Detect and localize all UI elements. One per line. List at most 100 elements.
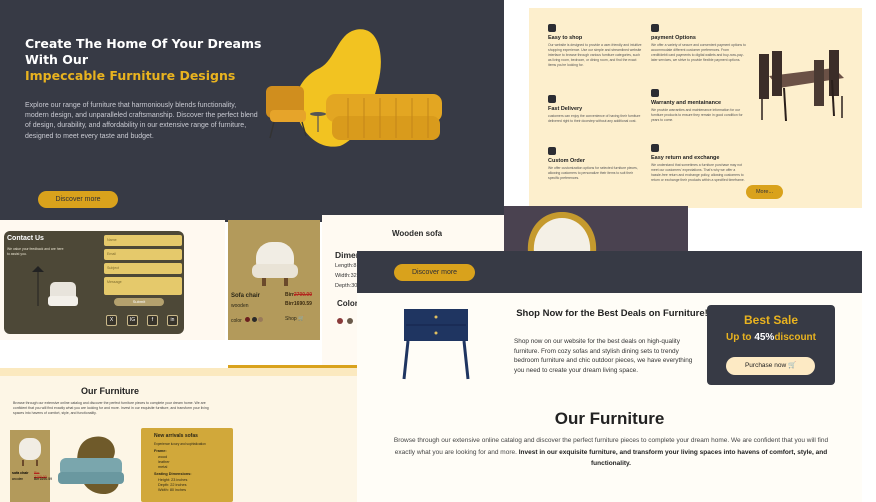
- sofa-illustration: [266, 29, 442, 147]
- card-type: wooden: [12, 477, 24, 481]
- submit-button[interactable]: Submit: [114, 298, 164, 306]
- contact-title: Contact Us: [7, 235, 44, 242]
- seating-item: Depth: 22 inches: [158, 483, 187, 487]
- product-card-small[interactable]: sofa chair wooden Birr 2700.00 Birr1690.…: [10, 430, 53, 502]
- product-new-price: Birr1690.59: [285, 301, 312, 307]
- product-old-price: Birr2700.00: [285, 292, 312, 298]
- feature-title: Custom Order: [548, 158, 585, 164]
- our-furniture-paragraph: Browse through our extensive online cata…: [392, 435, 830, 470]
- discount-text: Up to 45%discount: [707, 332, 835, 343]
- name-field[interactable]: Name: [104, 235, 182, 246]
- truck-icon: [548, 95, 556, 103]
- armchair-image: [266, 86, 307, 139]
- feature-warranty: Warranty and mentainance We provide warr…: [651, 89, 746, 123]
- x-icon[interactable]: X: [106, 315, 117, 326]
- hero-title: Create The Home Of Your Dreams With Our …: [25, 36, 285, 84]
- our-furniture-section: Our Furniture Browse through our extensi…: [0, 368, 357, 502]
- product-category: wooden: [231, 303, 249, 309]
- product-card[interactable]: Sofa chair wooden Birr2700.00 Birr1690.5…: [228, 220, 320, 340]
- cart-icon: [548, 24, 556, 32]
- features-section: Easy to shop Our website is designed to …: [529, 8, 862, 208]
- edit-icon: [548, 147, 556, 155]
- card-name: sofa chair: [12, 471, 29, 475]
- dimension-length: Length:8: [335, 263, 357, 269]
- feature-title: Warranty and mentainance: [651, 100, 722, 106]
- product-name: Sofa chair: [231, 293, 261, 299]
- frame-item: leather: [158, 460, 170, 464]
- seating-item: Height: 23 inches: [158, 478, 188, 482]
- new-arrivals-card: New arrivals sofas Experience luxury and…: [141, 428, 233, 502]
- nightstand-image: [402, 309, 470, 380]
- feature-desc: We provide warranties and maintenance in…: [651, 108, 743, 122]
- product-detail-title: Wooden sofa: [392, 229, 443, 238]
- yellow-sofa-image: [326, 94, 442, 140]
- deals-page: Discover more Shop Now for the Best Deal…: [357, 251, 862, 502]
- discover-more-button[interactable]: Discover more: [394, 264, 475, 281]
- feature-custom: Custom Order We offer customization opti…: [548, 147, 643, 181]
- deals-headline: Shop Now for the Best Deals on Furniture…: [516, 308, 708, 319]
- feature-desc: We understand that sometimes a furniture…: [651, 163, 745, 182]
- feature-return: Easy return and exchange We understand t…: [651, 144, 746, 183]
- feature-desc: We offer a variety of secure and conveni…: [651, 43, 746, 62]
- frame-item: wood: [158, 455, 168, 459]
- contact-section: Contact Us We value your feedback and ar…: [4, 231, 184, 334]
- contact-subtitle: We value your feedback and are here to a…: [7, 247, 64, 256]
- feature-title: Fast Delivery: [548, 106, 583, 112]
- frame-item: metal: [158, 465, 168, 469]
- teal-sofa-image: [58, 436, 124, 495]
- discount-prefix: Up to: [725, 332, 755, 343]
- message-field[interactable]: Message: [104, 277, 182, 295]
- old-price-value: 2700.00: [293, 292, 312, 298]
- feature-title: Easy to shop: [548, 35, 583, 41]
- dimension-depth: Depth:30: [335, 283, 358, 289]
- feature-desc: customers can enjoy the convenience of h…: [548, 114, 641, 123]
- seating-label: Seating Dimensions:: [154, 472, 192, 476]
- color-swatch[interactable]: [251, 317, 257, 322]
- best-sale-title: Best Sale: [743, 313, 799, 327]
- best-sale-card: Best Sale Up to 45%discount Purchase now…: [707, 305, 835, 385]
- facebook-icon[interactable]: f: [147, 315, 158, 326]
- hero-title-line1: Create The Home Of Your Dreams: [25, 36, 262, 51]
- para-bold: Invest in our exquisite furniture, and t…: [518, 448, 828, 468]
- instagram-icon[interactable]: IG: [127, 315, 138, 326]
- our-furniture-title: Our Furniture: [554, 409, 665, 428]
- old-price-label: Birr: [285, 292, 294, 298]
- feature-desc: Our website is designed to provide a use…: [548, 43, 642, 67]
- frame-label: Frame:: [154, 449, 167, 453]
- color-swatch[interactable]: [258, 317, 264, 322]
- shield-icon: [651, 89, 659, 97]
- hero-section: Create The Home Of Your Dreams With Our …: [0, 0, 504, 222]
- return-icon: [651, 144, 659, 152]
- dining-set-image: [759, 50, 844, 122]
- card-new-price: Birr1690.59: [34, 477, 53, 481]
- feature-desc: We offer customization options for selec…: [548, 166, 638, 180]
- discount-percent: 45%: [754, 332, 775, 343]
- discover-more-button[interactable]: Discover more: [38, 191, 118, 208]
- shop-button[interactable]: Shop 🛒: [285, 316, 304, 322]
- subject-field[interactable]: Subject: [104, 263, 182, 274]
- hero-title-line2: With Our: [25, 52, 88, 67]
- hero-title-accent: Impeccable Furniture Designs: [25, 68, 236, 83]
- more-button[interactable]: More...: [746, 185, 783, 199]
- feature-easy-shop: Easy to shop Our website is designed to …: [548, 24, 643, 68]
- feature-title: Easy return and exchange: [651, 155, 720, 161]
- feature-payment: payment Options We offer a variety of se…: [651, 24, 746, 63]
- purchase-now-button[interactable]: Purchase now 🛒: [726, 357, 815, 375]
- our-furniture-para-small: Browse through our extensive online cata…: [13, 401, 209, 416]
- email-field[interactable]: Email: [104, 249, 182, 260]
- our-furniture-title-small: Our Furniture: [81, 386, 139, 396]
- color-swatch[interactable]: [337, 318, 343, 324]
- feature-title: payment Options: [651, 35, 696, 41]
- feature-delivery: Fast Delivery customers can enjoy the co…: [548, 95, 643, 124]
- linkedin-icon[interactable]: in: [167, 315, 178, 326]
- sofa-chair-image: [252, 242, 298, 286]
- product-colors: color: [231, 317, 264, 324]
- dimension-width: Width:32: [335, 273, 357, 279]
- color-label: color: [231, 318, 242, 324]
- sofa-chair-image: [19, 438, 41, 466]
- color-swatch[interactable]: [347, 318, 354, 324]
- color-swatch[interactable]: [245, 317, 251, 322]
- armchair-lamp-image: [32, 266, 78, 306]
- seating-item: Width: 80 inches: [158, 488, 187, 492]
- deals-header-bar: Discover more: [357, 251, 862, 293]
